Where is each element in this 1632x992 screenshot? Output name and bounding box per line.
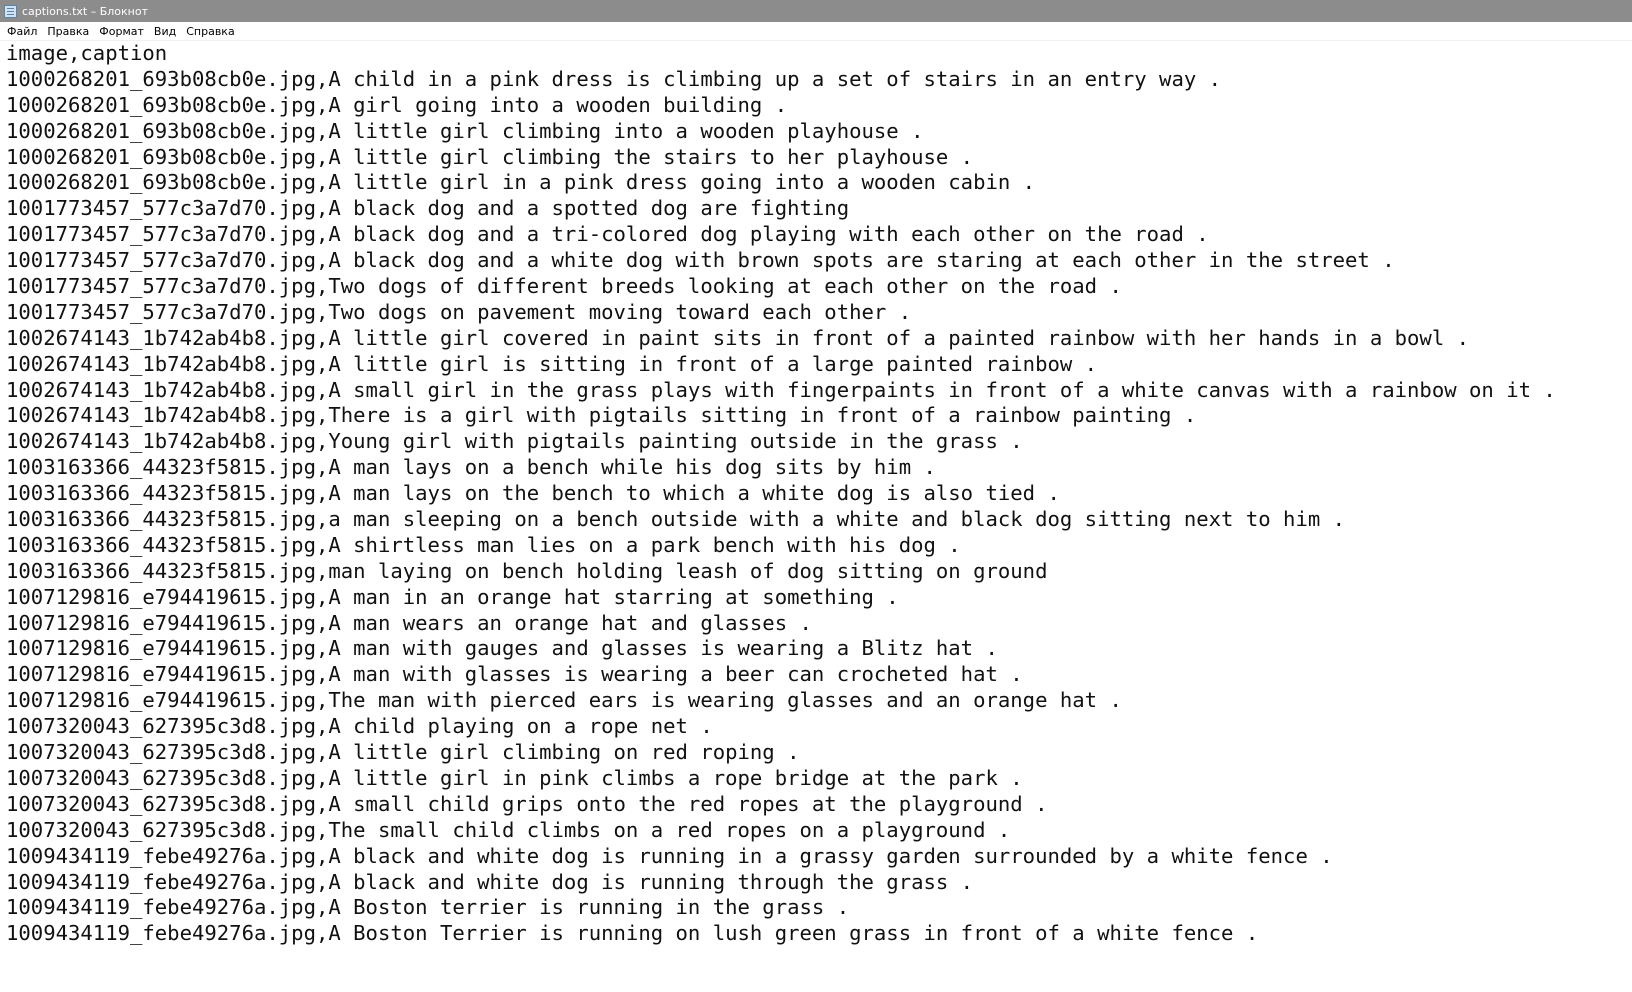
text-line[interactable]: 1003163366_44323f5815.jpg,A man lays on … [6, 455, 1632, 481]
text-line[interactable]: 1000268201_693b08cb0e.jpg,A child in a p… [6, 67, 1632, 93]
text-line[interactable]: 1000268201_693b08cb0e.jpg,A girl going i… [6, 93, 1632, 119]
text-line[interactable]: 1007129816_e794419615.jpg,A man with gla… [6, 662, 1632, 688]
menu-edit[interactable]: Правка [42, 22, 94, 41]
text-line[interactable]: 1002674143_1b742ab4b8.jpg,A small girl i… [6, 378, 1632, 404]
text-line[interactable]: 1001773457_577c3a7d70.jpg,A black dog an… [6, 248, 1632, 274]
notepad-icon [4, 4, 17, 18]
notepad-window: captions.txt – Блокнот Файл Правка Форма… [0, 0, 1632, 992]
text-line[interactable]: image,caption [6, 41, 1632, 67]
menu-format[interactable]: Формат [94, 22, 149, 41]
menu-bar: Файл Правка Формат Вид Справка [0, 22, 1632, 41]
text-line[interactable]: 1000268201_693b08cb0e.jpg,A little girl … [6, 145, 1632, 171]
text-line[interactable]: 1007129816_e794419615.jpg,A man with gau… [6, 636, 1632, 662]
text-line[interactable]: 1007129816_e794419615.jpg,A man in an or… [6, 585, 1632, 611]
text-line[interactable]: 1003163366_44323f5815.jpg,a man sleeping… [6, 507, 1632, 533]
text-line[interactable]: 1007320043_627395c3d8.jpg,A little girl … [6, 740, 1632, 766]
text-line[interactable]: 1007320043_627395c3d8.jpg,A little girl … [6, 766, 1632, 792]
menu-view[interactable]: Вид [149, 22, 181, 41]
text-line[interactable]: 1003163366_44323f5815.jpg,A man lays on … [6, 481, 1632, 507]
text-line[interactable]: 1009434119_febe49276a.jpg,A black and wh… [6, 844, 1632, 870]
text-line[interactable]: 1000268201_693b08cb0e.jpg,A little girl … [6, 170, 1632, 196]
text-line[interactable]: 1007320043_627395c3d8.jpg,The small chil… [6, 818, 1632, 844]
text-line[interactable]: 1002674143_1b742ab4b8.jpg,A little girl … [6, 326, 1632, 352]
menu-help[interactable]: Справка [181, 22, 239, 41]
text-editor-area[interactable]: image,caption 1000268201_693b08cb0e.jpg,A… [0, 41, 1632, 992]
text-line[interactable]: 1002674143_1b742ab4b8.jpg,Young girl wit… [6, 429, 1632, 455]
text-line[interactable]: 1009434119_febe49276a.jpg,A black and wh… [6, 870, 1632, 896]
text-line[interactable]: 1007320043_627395c3d8.jpg,A small child … [6, 792, 1632, 818]
text-line[interactable]: 1007320043_627395c3d8.jpg,A child playin… [6, 714, 1632, 740]
text-line[interactable]: 1001773457_577c3a7d70.jpg,Two dogs on pa… [6, 300, 1632, 326]
text-line[interactable]: 1001773457_577c3a7d70.jpg,Two dogs of di… [6, 274, 1632, 300]
text-line[interactable]: 1001773457_577c3a7d70.jpg,A black dog an… [6, 196, 1632, 222]
title-bar[interactable]: captions.txt – Блокнот [0, 0, 1632, 22]
text-line[interactable]: 1007129816_e794419615.jpg,The man with p… [6, 688, 1632, 714]
text-line[interactable]: 1009434119_febe49276a.jpg,A Boston terri… [6, 895, 1632, 921]
text-line[interactable]: 1007129816_e794419615.jpg,A man wears an… [6, 611, 1632, 637]
text-line[interactable]: 1000268201_693b08cb0e.jpg,A little girl … [6, 119, 1632, 145]
text-line[interactable]: 1002674143_1b742ab4b8.jpg,There is a gir… [6, 403, 1632, 429]
menu-file[interactable]: Файл [2, 22, 42, 41]
text-line[interactable]: 1002674143_1b742ab4b8.jpg,A little girl … [6, 352, 1632, 378]
text-line[interactable]: 1001773457_577c3a7d70.jpg,A black dog an… [6, 222, 1632, 248]
text-line[interactable]: 1003163366_44323f5815.jpg,man laying on … [6, 559, 1632, 585]
text-line[interactable]: 1003163366_44323f5815.jpg,A shirtless ma… [6, 533, 1632, 559]
text-line[interactable]: 1009434119_febe49276a.jpg,A Boston Terri… [6, 921, 1632, 947]
window-title: captions.txt – Блокнот [22, 4, 148, 18]
